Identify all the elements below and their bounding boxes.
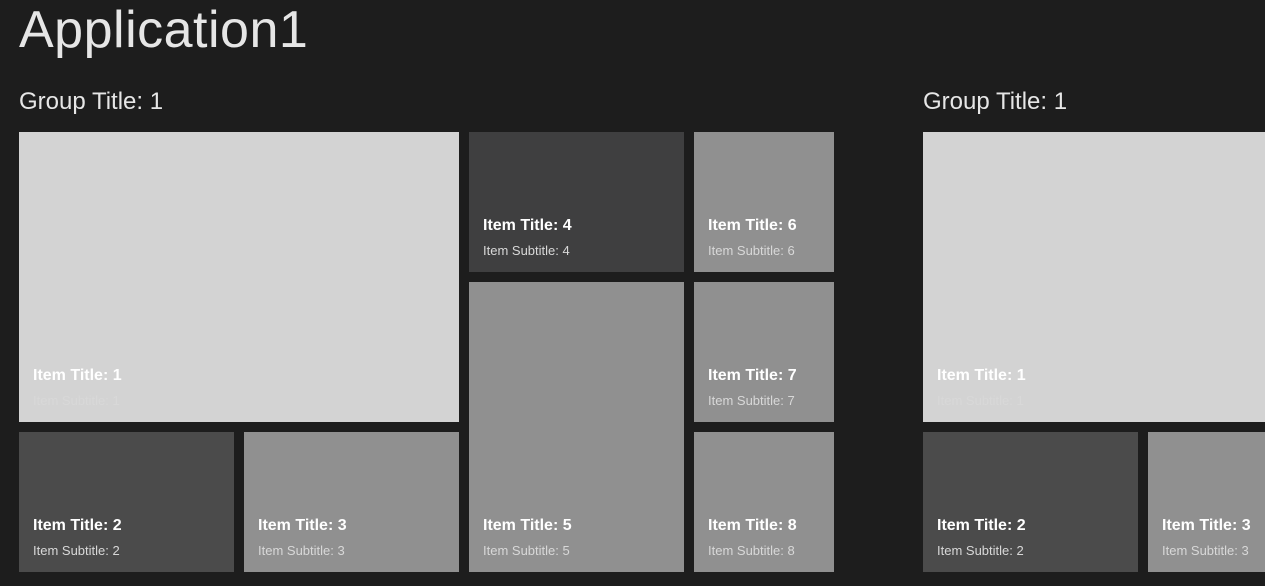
tile-title: Item Title: 7 bbox=[708, 367, 820, 385]
tile-item-2[interactable]: Item Title: 2 Item Subtitle: 2 bbox=[19, 432, 234, 572]
tile-subtitle: Item Subtitle: 5 bbox=[483, 543, 670, 558]
tile-item-5[interactable]: Item Title: 5 Item Subtitle: 5 bbox=[469, 282, 684, 572]
tile-subtitle: Item Subtitle: 6 bbox=[708, 243, 820, 258]
tile-subtitle: Item Subtitle: 3 bbox=[258, 543, 445, 558]
tile-title: Item Title: 2 bbox=[33, 517, 220, 535]
tile-title: Item Title: 8 bbox=[708, 517, 820, 535]
tile-title: Item Title: 6 bbox=[708, 217, 820, 235]
tile-item-8[interactable]: Item Title: 8 Item Subtitle: 8 bbox=[694, 432, 834, 572]
tile-item-6[interactable]: Item Title: 6 Item Subtitle: 6 bbox=[694, 132, 834, 272]
group-1: Group Title: 1 Item Title: 1 Item Subtit… bbox=[19, 88, 163, 132]
tile-item-1[interactable]: Item Title: 1 Item Subtitle: 1 bbox=[923, 132, 1265, 422]
tile-title: Item Title: 1 bbox=[937, 367, 1265, 385]
tile-subtitle: Item Subtitle: 7 bbox=[708, 393, 820, 408]
tile-title: Item Title: 3 bbox=[258, 517, 445, 535]
tile-title: Item Title: 3 bbox=[1162, 517, 1265, 535]
tile-subtitle: Item Subtitle: 1 bbox=[937, 393, 1265, 408]
tile-subtitle: Item Subtitle: 4 bbox=[483, 243, 670, 258]
group-title[interactable]: Group Title: 1 bbox=[19, 88, 163, 116]
tile-title: Item Title: 1 bbox=[33, 367, 445, 385]
tile-subtitle: Item Subtitle: 2 bbox=[33, 543, 220, 558]
tile-item-3[interactable]: Item Title: 3 Item Subtitle: 3 bbox=[1148, 432, 1265, 572]
tile-title: Item Title: 5 bbox=[483, 517, 670, 535]
group-2: Group Title: 1 Item Title: 1 Item Subtit… bbox=[923, 88, 1067, 132]
tile-subtitle: Item Subtitle: 1 bbox=[33, 393, 445, 408]
tile-item-2[interactable]: Item Title: 2 Item Subtitle: 2 bbox=[923, 432, 1138, 572]
group-title[interactable]: Group Title: 1 bbox=[923, 88, 1067, 116]
tile-item-1[interactable]: Item Title: 1 Item Subtitle: 1 bbox=[19, 132, 459, 422]
tile-item-4[interactable]: Item Title: 4 Item Subtitle: 4 bbox=[469, 132, 684, 272]
app-title: Application1 bbox=[19, 0, 308, 60]
tile-item-3[interactable]: Item Title: 3 Item Subtitle: 3 bbox=[244, 432, 459, 572]
tile-subtitle: Item Subtitle: 2 bbox=[937, 543, 1124, 558]
tile-item-7[interactable]: Item Title: 7 Item Subtitle: 7 bbox=[694, 282, 834, 422]
tile-title: Item Title: 4 bbox=[483, 217, 670, 235]
tile-title: Item Title: 2 bbox=[937, 517, 1124, 535]
tile-subtitle: Item Subtitle: 8 bbox=[708, 543, 820, 558]
tile-subtitle: Item Subtitle: 3 bbox=[1162, 543, 1265, 558]
